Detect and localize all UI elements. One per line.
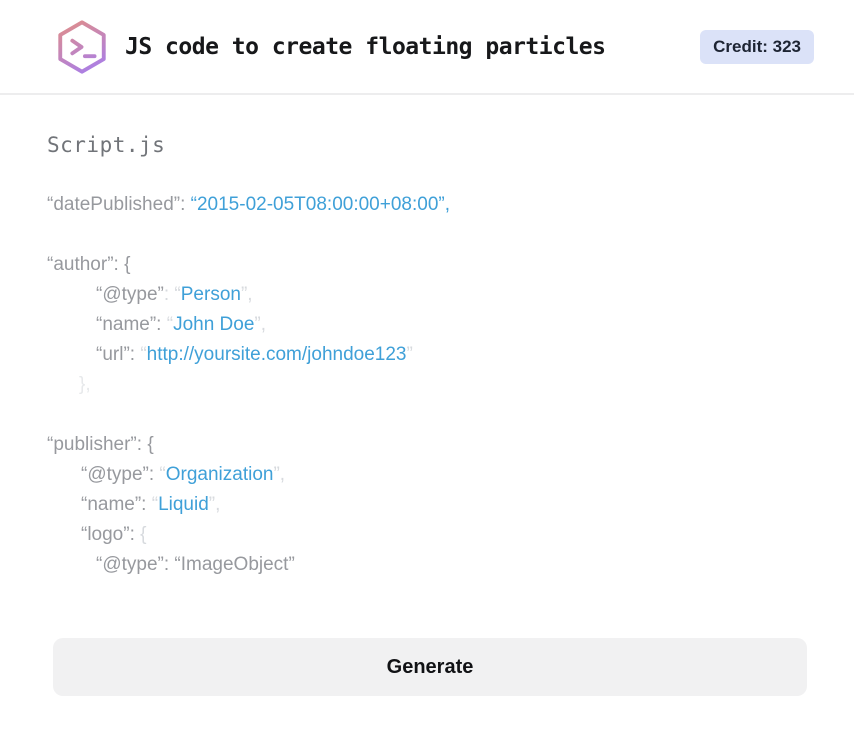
code-segment-value: http://yoursite.com/johndoe123 bbox=[146, 344, 407, 365]
code-segment-key: “publisher”: { bbox=[47, 434, 154, 455]
code-segment-value: “2015-02-05T08:00:00+08:00”, bbox=[190, 194, 450, 215]
code-segment-light: ”, bbox=[208, 494, 221, 515]
code-line: “logo”: { bbox=[47, 520, 807, 550]
code-segment-value: Person bbox=[180, 284, 241, 305]
code-line: “publisher”: { bbox=[47, 430, 807, 460]
code-segment-light: ” bbox=[406, 344, 413, 365]
code-segment-key: “@type” bbox=[96, 284, 164, 305]
file-name-heading: Script.js bbox=[47, 133, 166, 157]
code-segment-value: John Doe bbox=[173, 314, 255, 335]
header-left: JS code to create floating particles bbox=[53, 18, 606, 76]
code-segment-key: “name”: bbox=[96, 314, 167, 335]
code-segment-key: “@type”: “ImageObject” bbox=[96, 554, 295, 575]
code-line: “@type”: “Organization”, bbox=[47, 460, 807, 490]
code-segment-value: Liquid bbox=[158, 494, 209, 515]
code-segment-key: “logo”: bbox=[81, 524, 141, 545]
code-segment-key: “datePublished”: bbox=[47, 194, 191, 215]
code-line: “datePublished”: “2015-02-05T08:00:00+08… bbox=[47, 190, 807, 220]
code-segment-light: ”, bbox=[254, 314, 267, 335]
code-line: }, bbox=[47, 370, 807, 400]
code-segment-key: “author”: { bbox=[47, 254, 131, 275]
code-line: “@type”: “Person”, bbox=[47, 280, 807, 310]
header: JS code to create floating particles Cre… bbox=[0, 0, 854, 95]
app-window: JS code to create floating particles Cre… bbox=[0, 0, 854, 748]
code-output-block: “datePublished”: “2015-02-05T08:00:00+08… bbox=[47, 190, 807, 580]
code-line: “url”: “http://yoursite.com/johndoe123” bbox=[47, 340, 807, 370]
code-segment-key: “name”: bbox=[81, 494, 152, 515]
code-segment-faint: }, bbox=[79, 374, 91, 395]
code-segment-light: : “ bbox=[163, 284, 181, 305]
code-line: “name”: “John Doe”, bbox=[47, 310, 807, 340]
code-segment-key: “@type”: bbox=[81, 464, 160, 485]
main-content: Script.js “datePublished”: “2015-02-05T0… bbox=[0, 133, 854, 696]
code-segment-light: ”, bbox=[273, 464, 286, 485]
generate-button[interactable]: Generate bbox=[53, 638, 807, 696]
terminal-prompt-hexagon-icon bbox=[53, 18, 111, 76]
page-title: JS code to create floating particles bbox=[125, 33, 606, 60]
code-segment-value: Organization bbox=[165, 464, 274, 485]
code-line: “@type”: “ImageObject” bbox=[47, 550, 807, 580]
code-line: “author”: { bbox=[47, 250, 807, 280]
code-line: “name”: “Liquid”, bbox=[47, 490, 807, 520]
code-segment-key: “url”: bbox=[96, 344, 141, 365]
credit-badge: Credit: 323 bbox=[700, 29, 814, 64]
code-segment-light: { bbox=[140, 524, 147, 545]
code-segment-light: ”, bbox=[240, 284, 253, 305]
